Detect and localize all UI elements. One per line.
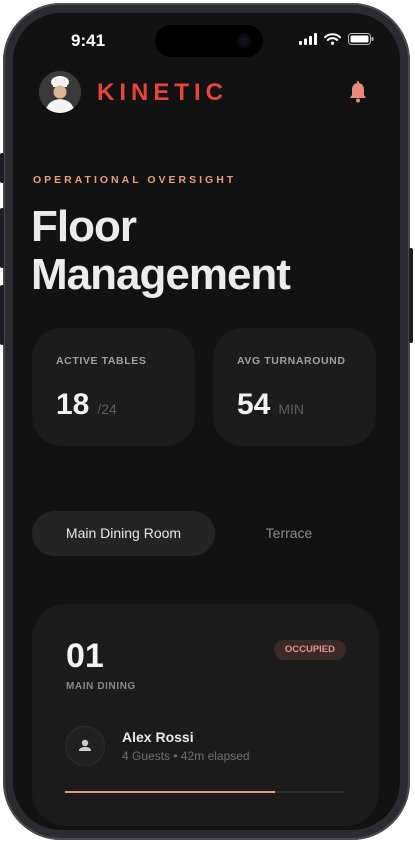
guest-avatar [65,726,105,766]
phone-frame: 9:41 KINETIC OPERATIONAL OVERSIGHT Floor… [0,3,413,840]
brand-logo: KINETIC [97,79,228,106]
bell-icon[interactable] [348,81,368,108]
tab-main-dining-room[interactable]: Main Dining Room [32,511,215,556]
tab-terrace[interactable]: Terrace [239,511,339,556]
status-icons [299,33,374,45]
person-icon [79,739,91,751]
progress-fill [65,791,275,793]
stat-card-avg-turnaround: AVG TURNAROUND 54 MIN [213,328,376,446]
page-title: Floor Management [31,202,291,299]
stat-label: AVG TURNAROUND [237,355,346,367]
volume-down-button [0,285,4,345]
guest-meta: 4 Guests • 42m elapsed [122,749,250,763]
dynamic-island [155,25,263,57]
status-time: 9:41 [71,31,106,50]
stat-number: 18 [56,388,90,421]
table-area: MAIN DINING [66,681,136,692]
section-eyebrow: OPERATIONAL OVERSIGHT [33,174,237,186]
stat-label: ACTIVE TABLES [56,355,147,367]
wifi-icon [324,33,341,45]
occupancy-progress [65,791,345,793]
table-card[interactable]: 01 MAIN DINING OCCUPIED Alex Rossi 4 Gue… [32,604,379,826]
page-title-line2: Management [31,250,291,299]
power-button [409,248,413,343]
battery-icon [348,33,374,45]
stat-card-active-tables: ACTIVE TABLES 18/24 [32,328,195,446]
table-number: 01 [66,637,104,675]
camera-icon [237,34,251,48]
stat-value: 18/24 [56,388,117,422]
stat-value: 54 MIN [237,388,304,422]
status-badge: OCCUPIED [273,640,346,660]
stat-sub: /24 [97,401,117,417]
app-screen: 9:41 KINETIC OPERATIONAL OVERSIGHT Floor… [13,13,400,830]
page-title-line1: Floor [31,202,137,251]
signal-icon [299,33,317,45]
guest-name: Alex Rossi [122,729,194,745]
stat-sub: MIN [278,401,305,417]
chef-avatar[interactable] [39,71,81,113]
mute-switch [0,153,4,183]
stat-number: 54 [237,388,271,421]
volume-up-button [0,208,4,268]
